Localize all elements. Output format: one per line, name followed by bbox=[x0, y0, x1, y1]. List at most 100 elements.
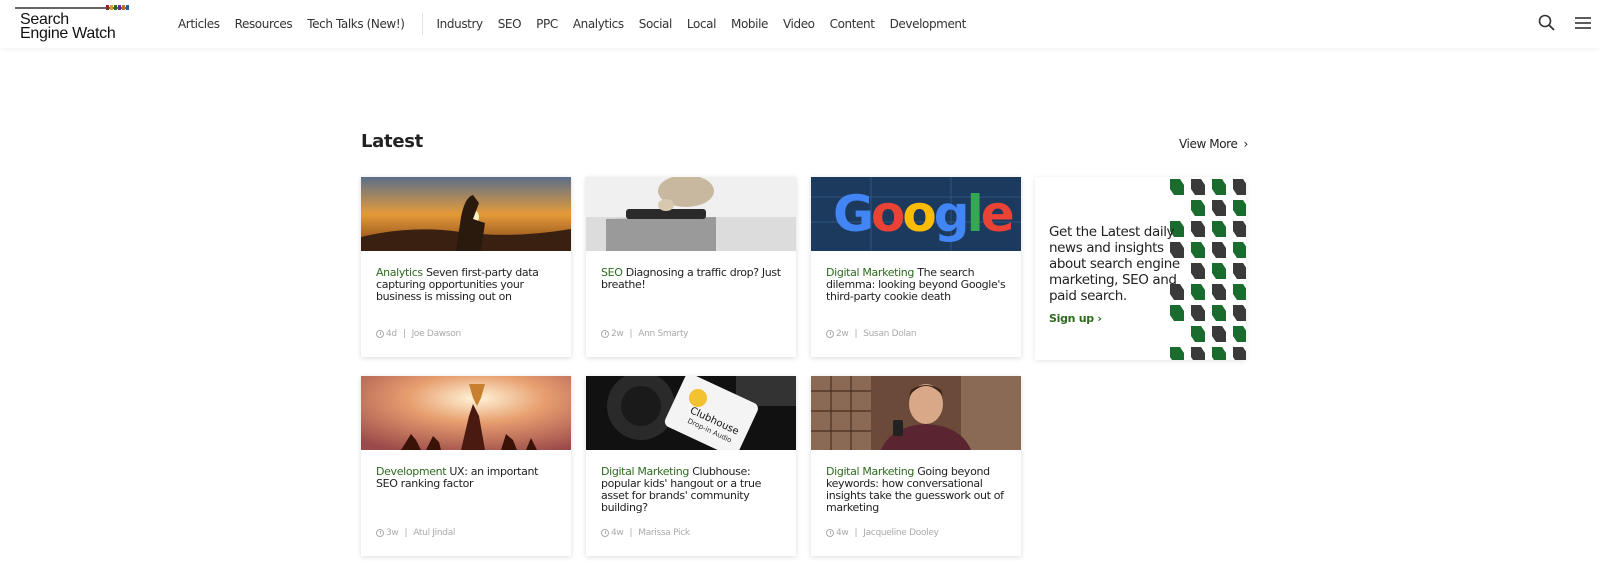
pattern-shape bbox=[1191, 263, 1205, 279]
pattern-shape bbox=[1233, 242, 1246, 258]
site-logo[interactable]: Search Engine Watch bbox=[15, 5, 130, 45]
article-author[interactable]: Joe Dawson bbox=[412, 329, 462, 339]
signup-label: Sign up bbox=[1049, 312, 1094, 325]
pattern-shape bbox=[1233, 326, 1246, 342]
article-meta: 2w | Ann Smarty bbox=[601, 329, 689, 339]
logo-text: Search Engine Watch bbox=[20, 12, 116, 42]
logo-line-2: Engine Watch bbox=[20, 25, 116, 42]
pattern-shape bbox=[1191, 305, 1205, 321]
article-author[interactable]: Atul Jindal bbox=[413, 528, 455, 538]
pattern-shape bbox=[1233, 179, 1246, 195]
article-age: 4w bbox=[836, 528, 849, 538]
article-card[interactable]: SEO Diagnosing a traffic drop? Just brea… bbox=[586, 177, 796, 357]
view-more-link[interactable]: View More › bbox=[1179, 137, 1248, 151]
article-meta: 4d | Joe Dawson bbox=[376, 329, 461, 339]
nav-industry[interactable]: Industry bbox=[437, 17, 484, 31]
meta-separator: | bbox=[854, 329, 858, 339]
article-thumbnail bbox=[811, 376, 1021, 450]
article-thumbnail: Google bbox=[811, 177, 1021, 251]
chevron-right-icon: › bbox=[1097, 312, 1102, 325]
article-card[interactable]: Google Digital Marketing The search dile… bbox=[811, 177, 1021, 357]
clock-icon bbox=[601, 529, 609, 537]
article-author[interactable]: Jacqueline Dooley bbox=[863, 528, 939, 538]
article-meta: 4w | Jacqueline Dooley bbox=[826, 528, 939, 538]
pattern-shape bbox=[1212, 221, 1226, 237]
article-card[interactable]: Clubhouse Drop-in Audio Digital Marketin… bbox=[586, 376, 796, 556]
article-age: 3w bbox=[386, 528, 399, 538]
clock-icon bbox=[376, 529, 384, 537]
nav-ppc[interactable]: PPC bbox=[536, 17, 558, 31]
article-author[interactable]: Ann Smarty bbox=[638, 329, 688, 339]
search-icon[interactable] bbox=[1537, 13, 1557, 33]
article-age: 4d bbox=[386, 329, 397, 339]
nav-analytics[interactable]: Analytics bbox=[573, 17, 624, 31]
main-nav: Articles Resources Tech Talks (New!) Ind… bbox=[178, 0, 981, 48]
nav-video[interactable]: Video bbox=[783, 17, 815, 31]
pattern-shape bbox=[1191, 221, 1205, 237]
logo-color-bar bbox=[15, 5, 129, 10]
nav-social[interactable]: Social bbox=[639, 17, 673, 31]
nav-local[interactable]: Local bbox=[687, 17, 717, 31]
nav-mobile[interactable]: Mobile bbox=[731, 17, 768, 31]
article-thumbnail: Clubhouse Drop-in Audio bbox=[586, 376, 796, 450]
nav-seo[interactable]: SEO bbox=[498, 17, 522, 31]
article-thumbnail bbox=[361, 177, 571, 251]
pattern-shape bbox=[1191, 326, 1205, 342]
svg-text:Google: Google bbox=[833, 185, 1013, 243]
article-headline[interactable]: Analytics Seven first-party data capturi… bbox=[361, 251, 571, 303]
pattern-shape bbox=[1191, 347, 1205, 360]
article-title[interactable]: Diagnosing a traffic drop? Just breathe! bbox=[601, 266, 781, 291]
meta-separator: | bbox=[629, 329, 633, 339]
chevron-right-icon: › bbox=[1243, 137, 1248, 151]
pattern-shape bbox=[1212, 326, 1226, 342]
nav-articles[interactable]: Articles bbox=[178, 17, 220, 31]
article-author[interactable]: Marissa Pick bbox=[638, 528, 690, 538]
nav-resources[interactable]: Resources bbox=[235, 17, 293, 31]
clock-icon bbox=[826, 529, 834, 537]
clock-icon bbox=[601, 330, 609, 338]
article-meta: 3w | Atul Jindal bbox=[376, 528, 455, 538]
article-headline[interactable]: SEO Diagnosing a traffic drop? Just brea… bbox=[586, 251, 796, 291]
meta-separator: | bbox=[404, 528, 408, 538]
nav-tech-talks[interactable]: Tech Talks (New!) bbox=[307, 17, 405, 31]
signup-link[interactable]: Sign up › bbox=[1049, 312, 1102, 325]
article-card[interactable]: Digital Marketing Going beyond keywords:… bbox=[811, 376, 1021, 556]
pattern-shape bbox=[1233, 263, 1246, 279]
pattern-shape bbox=[1233, 305, 1246, 321]
article-author[interactable]: Susan Dolan bbox=[863, 329, 916, 339]
pattern-shape bbox=[1212, 284, 1226, 300]
pattern-shape bbox=[1212, 179, 1226, 195]
promo-text: Get the Latest daily news and insights a… bbox=[1049, 224, 1180, 304]
meta-separator: | bbox=[629, 528, 633, 538]
pattern-shape bbox=[1233, 284, 1246, 300]
article-headline[interactable]: Digital Marketing Going beyond keywords:… bbox=[811, 450, 1021, 514]
meta-separator: | bbox=[854, 528, 858, 538]
article-headline[interactable]: Development UX: an important SEO ranking… bbox=[361, 450, 571, 490]
article-age: 2w bbox=[611, 329, 624, 339]
article-age: 4w bbox=[611, 528, 624, 538]
pattern-shape bbox=[1191, 179, 1205, 195]
google-letter: G bbox=[833, 185, 871, 243]
pattern-shape bbox=[1212, 200, 1226, 216]
site-header: Search Engine Watch Articles Resources T… bbox=[0, 0, 1600, 48]
article-thumbnail bbox=[586, 177, 796, 251]
article-headline[interactable]: Digital Marketing Clubhouse: popular kid… bbox=[586, 450, 796, 514]
article-card[interactable]: Development UX: an important SEO ranking… bbox=[361, 376, 571, 556]
article-headline[interactable]: Digital Marketing The search dilemma: lo… bbox=[811, 251, 1021, 303]
pattern-shape bbox=[1170, 305, 1184, 321]
article-age: 2w bbox=[836, 329, 849, 339]
section-title-latest: Latest bbox=[361, 131, 423, 152]
article-meta: 4w | Marissa Pick bbox=[601, 528, 690, 538]
pattern-shape bbox=[1191, 242, 1205, 258]
pattern-shape bbox=[1233, 200, 1246, 216]
pattern-shape bbox=[1191, 284, 1205, 300]
article-thumbnail bbox=[361, 376, 571, 450]
menu-icon[interactable] bbox=[1573, 13, 1593, 33]
nav-development[interactable]: Development bbox=[890, 17, 967, 31]
article-card[interactable]: Analytics Seven first-party data capturi… bbox=[361, 177, 571, 357]
article-meta: 2w | Susan Dolan bbox=[826, 329, 917, 339]
meta-separator: | bbox=[402, 329, 406, 339]
pattern-shape bbox=[1170, 179, 1184, 195]
clock-icon bbox=[376, 330, 384, 338]
nav-content[interactable]: Content bbox=[830, 17, 875, 31]
